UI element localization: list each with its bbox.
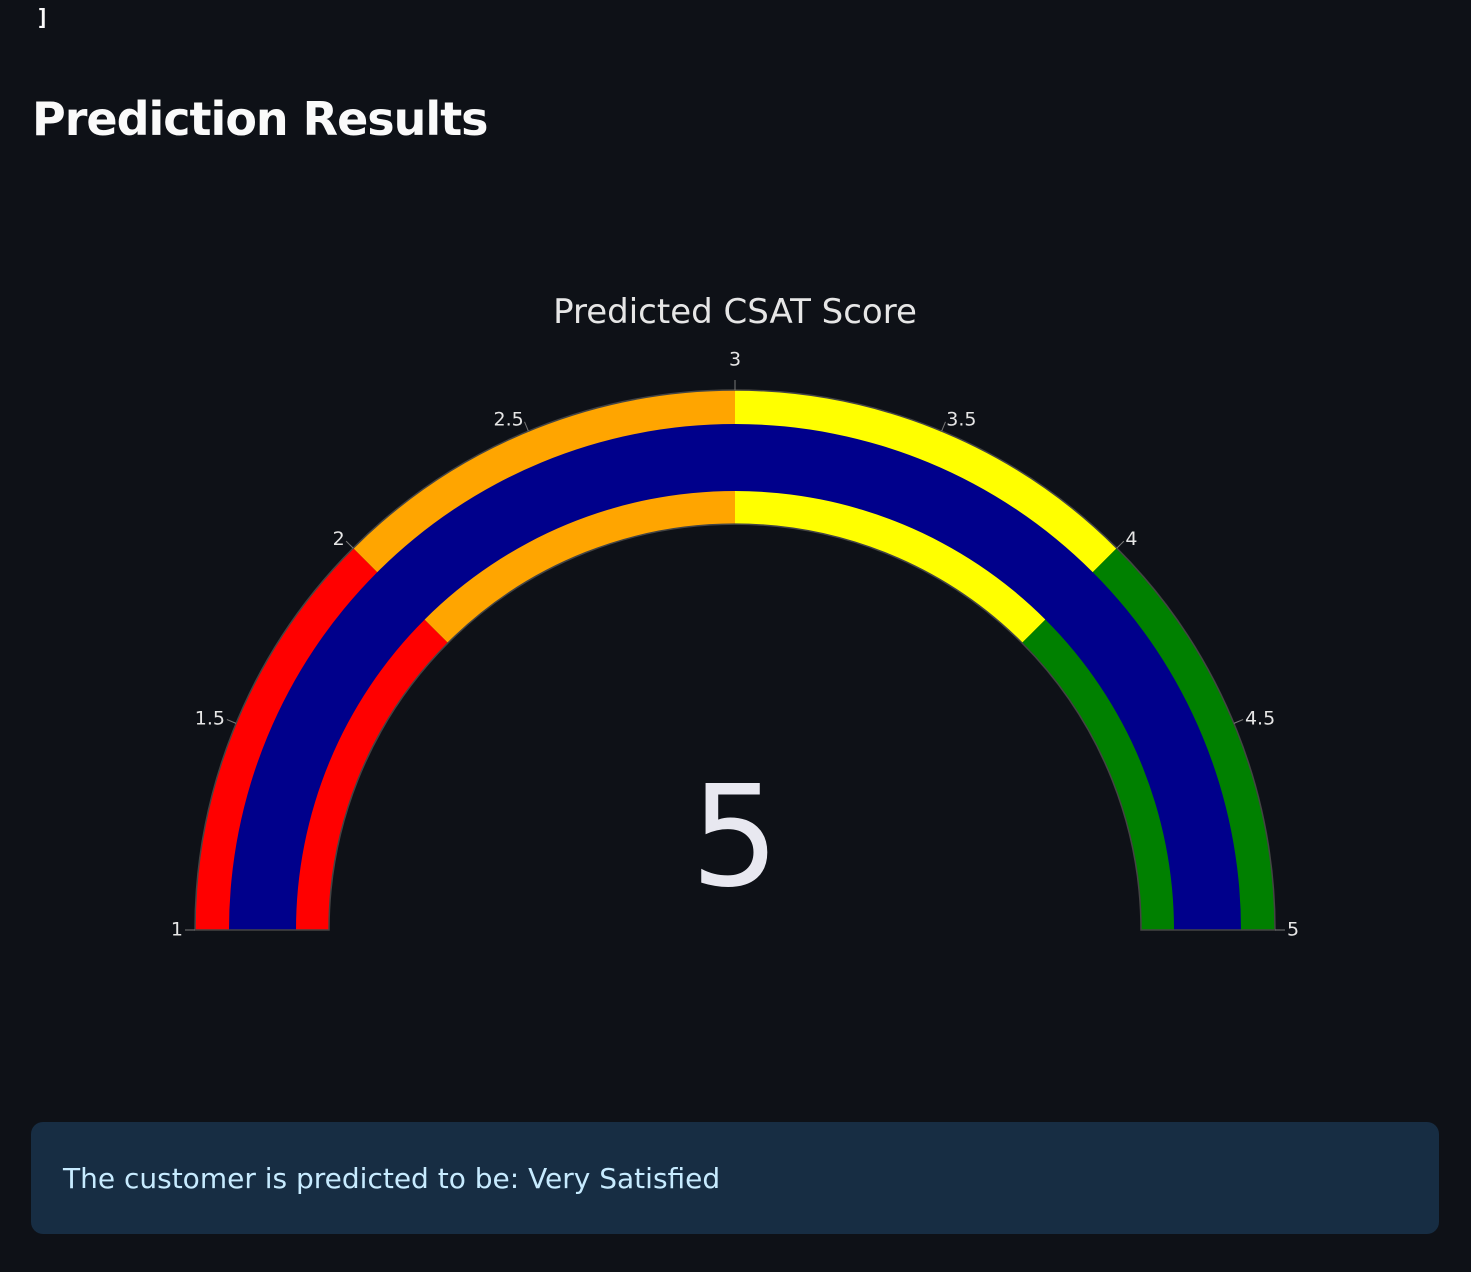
gauge-tick-label: 4.5 [1245,707,1275,729]
gauge-tick-mark [941,421,946,432]
info-alert: The customer is predicted to be: Very Sa… [31,1122,1439,1234]
gauge-title: Predicted CSAT Score [553,292,917,332]
gauge-tick-mark [1233,719,1244,724]
gauge-tick-label: 1 [171,919,183,941]
gauge-tick-mark [1116,540,1125,549]
gauge-tick-label: 3.5 [946,409,976,431]
gauge-tick-mark [524,421,529,432]
info-message: The customer is predicted to be: Very Sa… [63,1161,721,1195]
gauge-tick-label: 5 [1287,919,1299,941]
gauge-tick-mark [226,719,237,724]
gauge-tick-label: 2 [333,528,345,550]
gauge-tick-label: 2.5 [494,409,524,431]
gauge-svg: Predicted CSAT Score 1 1.5 2 2.5 3 3.5 4 4.5 5 5 [171,292,1299,941]
gauge-tick-mark [345,540,354,549]
gauge-chart: Predicted CSAT Score 1 1.5 2 2.5 3 3.5 4 4.5 5 5 [0,0,1471,1100]
gauge-tick-label: 4 [1125,528,1137,550]
gauge-tick-label: 3 [729,349,741,371]
gauge-value: 5 [690,756,779,919]
gauge-tick-label: 1.5 [195,707,225,729]
